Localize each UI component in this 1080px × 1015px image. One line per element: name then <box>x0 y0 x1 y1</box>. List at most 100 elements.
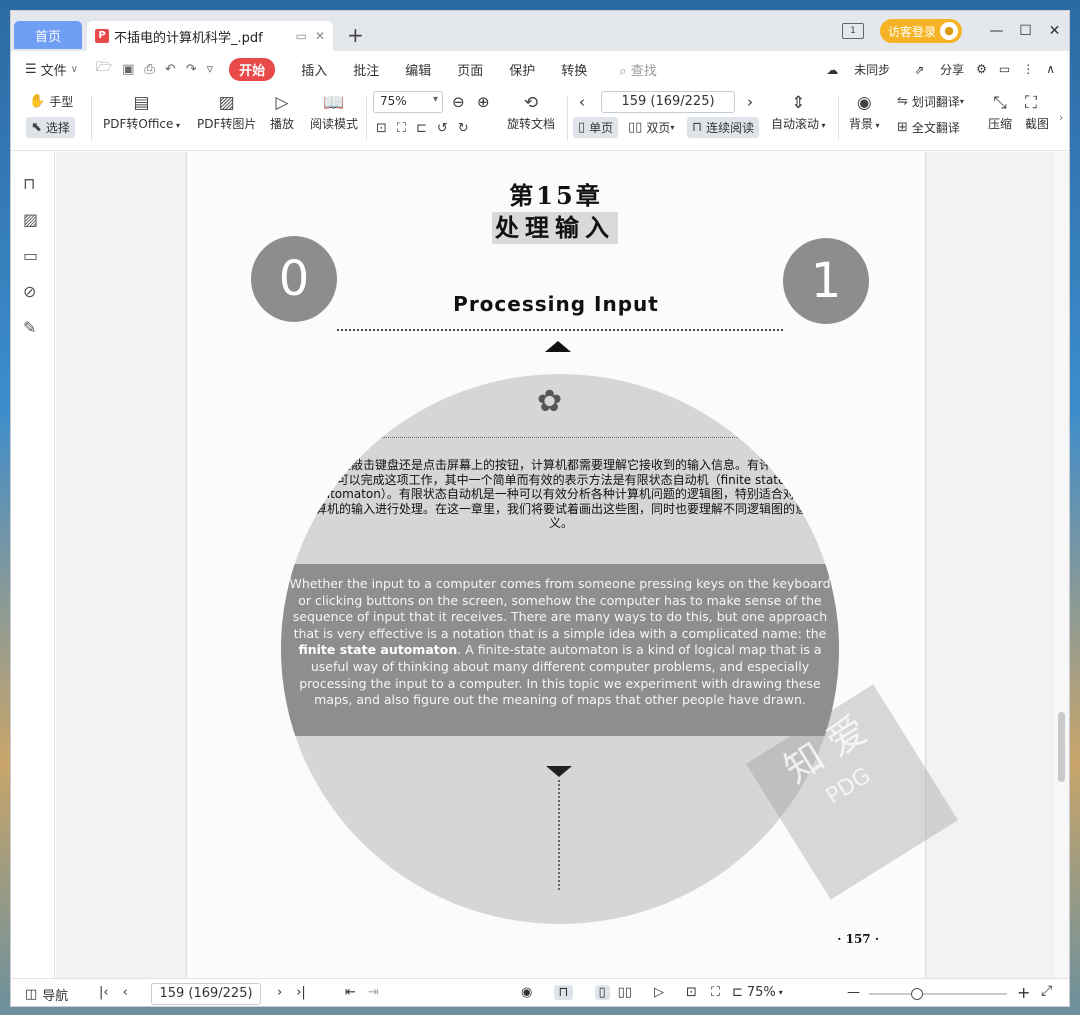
signature-icon[interactable]: ✎ <box>23 318 36 337</box>
pin-icon[interactable]: ▭ <box>296 29 307 43</box>
continuous-read-button[interactable]: ⊓ 连续阅读 <box>687 117 760 138</box>
eye-care-icon[interactable]: ◉ <box>521 985 532 1000</box>
more-icon[interactable]: ▿ <box>207 62 214 77</box>
word-translate-button[interactable]: ⇋ 划词翻译 ▾ <box>897 93 964 110</box>
rotate-left-icon[interactable]: ↺ <box>437 121 448 136</box>
minimize-icon[interactable]: — <box>982 23 1011 39</box>
background-button[interactable]: ◉ 背景 ▾ <box>849 91 880 132</box>
fit-page-icon[interactable]: ⛶ <box>397 121 406 136</box>
compress-icon: ⤡ <box>993 93 1007 113</box>
pdf-to-office-button[interactable]: ▤ PDF转Office ▾ <box>103 91 180 132</box>
redo-icon[interactable]: ↷ <box>186 62 197 77</box>
menu-tab-annotate[interactable]: 批注 <box>353 60 379 79</box>
first-page-icon[interactable]: |‹ <box>99 985 109 1000</box>
zoom-slider[interactable] <box>869 988 1007 1000</box>
hamburger-icon: ☰ <box>25 61 37 77</box>
forward-history-icon[interactable]: ⇥ <box>368 985 379 1000</box>
chapter-heading: 第15章 <box>509 181 603 210</box>
chevron-down-icon: ∨ <box>70 63 78 75</box>
menu-tab-insert[interactable]: 插入 <box>301 60 327 79</box>
sync-button[interactable]: ☁ 未同步 <box>814 61 890 78</box>
zoom-in-icon[interactable]: + <box>1017 983 1030 1002</box>
fullscreen-icon[interactable]: ⤢ <box>1041 983 1052 999</box>
menu-tab-protect[interactable]: 保护 <box>509 60 535 79</box>
tab-document[interactable]: P 不插电的计算机科学_.pdf ▭ ✕ <box>87 21 333 51</box>
attachment-icon[interactable]: ⊘ <box>23 282 36 301</box>
next-page-icon[interactable]: › <box>747 93 753 111</box>
menu-tab-convert[interactable]: 转换 <box>561 60 587 79</box>
screenshot-button[interactable]: ⛶ 截图 <box>1025 91 1059 132</box>
read-mode-button[interactable]: 📖 阅读模式 <box>310 91 358 132</box>
navigation-toggle[interactable]: ◫ 导航 <box>25 985 68 1004</box>
scrollbar-thumb[interactable] <box>1058 712 1065 782</box>
window-layout-icon[interactable]: 1 <box>841 23 864 39</box>
tab-home[interactable]: 首页 <box>14 21 82 49</box>
compress-button[interactable]: ⤡ 压缩 <box>988 91 1012 132</box>
zoom-out-icon[interactable]: — <box>847 985 860 1000</box>
full-translate-icon: ⊞ <box>897 120 908 135</box>
new-tab-button[interactable]: + <box>347 23 364 47</box>
continuous-view-icon[interactable]: ⊓ <box>554 985 573 1000</box>
fit-width-icon[interactable]: ⊏ <box>416 121 427 136</box>
save-icon[interactable]: ▣ <box>122 62 134 77</box>
close-window-icon[interactable]: ✕ <box>1040 23 1069 39</box>
undo-icon[interactable]: ↶ <box>165 62 176 77</box>
fit-width-icon[interactable]: ⊏ <box>732 985 743 1000</box>
double-page-button[interactable]: ▯▯ 双页 ▾ <box>628 119 674 136</box>
collapse-ribbon-icon[interactable]: ∧ <box>1046 62 1055 76</box>
fit-page-icon[interactable]: ⛶ <box>711 985 720 1000</box>
rotate-right-icon[interactable]: ↻ <box>458 121 469 136</box>
bookmark-icon[interactable]: ⊓ <box>23 174 35 193</box>
menu-tab-page[interactable]: 页面 <box>457 60 483 79</box>
double-page-view-icon[interactable]: ▯▯ <box>618 985 632 1000</box>
share-button[interactable]: ⇗ 分享 <box>902 61 964 78</box>
hand-tool-button[interactable]: ✋ 手型 <box>29 93 73 110</box>
actual-size-icon[interactable]: ⊡ <box>376 121 387 136</box>
message-icon[interactable]: ▭ <box>999 62 1010 76</box>
page-number-input[interactable]: 159 (169/225) <box>601 91 735 113</box>
zoom-select[interactable]: 75% <box>373 91 443 113</box>
single-page-view-icon[interactable]: ▯ <box>594 985 610 1000</box>
prev-page-icon[interactable]: ‹ <box>123 985 128 1000</box>
intro-paragraph-cn: 无论是敲击键盘还是点击屏幕上的按钮，计算机都需要理解它接收到的输入信息。有许多方… <box>314 458 807 530</box>
pdf-to-office-label: PDF转Office <box>103 117 174 131</box>
maximize-icon[interactable]: ☐ <box>1011 23 1040 39</box>
rotate-doc-label: 旋转文档 <box>507 117 556 131</box>
file-menu[interactable]: ☰ 文件 ∨ <box>25 60 78 79</box>
open-icon[interactable]: 🗁 <box>96 58 112 80</box>
visitor-login-button[interactable]: 访客登录 ● <box>879 19 962 43</box>
prev-page-icon[interactable]: ‹ <box>579 93 585 111</box>
menu-tab-edit[interactable]: 编辑 <box>405 60 431 79</box>
status-zoom-value[interactable]: 75% <box>747 985 776 1000</box>
thumbnail-icon[interactable]: ▨ <box>23 210 38 229</box>
document-viewer[interactable]: 第15章 处理输入 0 1 Processing Input ✿ 无论是敲击键盘… <box>56 152 1057 978</box>
more-vertical-icon[interactable]: ⋮ <box>1022 62 1034 76</box>
pdf-to-image-label: PDF转图片 <box>197 117 257 131</box>
back-history-icon[interactable]: ⇤ <box>345 985 356 1000</box>
zoom-slider-knob[interactable] <box>911 988 924 1000</box>
print-icon[interactable]: ⎙ <box>144 62 154 77</box>
last-page-icon[interactable]: ›| <box>296 985 306 1000</box>
play-icon[interactable]: ▷ <box>654 985 664 1000</box>
menu-tab-start[interactable]: 开始 <box>229 57 276 81</box>
search-box[interactable]: ⌕ 查找 <box>619 60 656 79</box>
full-translate-button[interactable]: ⊞ 全文翻译 <box>897 119 960 136</box>
zoom-dropdown-icon[interactable]: ▾ <box>779 988 783 997</box>
zoom-out-icon[interactable]: ⊖ <box>452 93 465 111</box>
vertical-scrollbar[interactable] <box>1055 152 1069 978</box>
zoom-in-icon[interactable]: ⊕ <box>477 93 490 111</box>
next-page-icon[interactable]: › <box>277 985 282 1000</box>
settings-icon[interactable]: ⚙ <box>976 62 987 76</box>
auto-scroll-button[interactable]: ⇕ 自动滚动 ▾ <box>771 91 826 132</box>
rotate-document-button[interactable]: ⟲ 旋转文档 <box>507 91 555 132</box>
actual-size-icon[interactable]: ⊡ <box>686 985 697 1000</box>
ribbon-scroll-right-icon[interactable]: › <box>1059 111 1063 124</box>
close-tab-icon[interactable]: ✕ <box>315 29 325 43</box>
full-translate-label: 全文翻译 <box>911 121 960 135</box>
status-page-input[interactable]: 159 (169/225) <box>151 983 261 1005</box>
single-page-button[interactable]: ▯ 单页 <box>573 117 619 138</box>
comment-icon[interactable]: ▭ <box>23 246 38 265</box>
select-tool-button[interactable]: ⬉ 选择 <box>26 117 75 138</box>
pdf-to-image-button[interactable]: ▨ PDF转图片 <box>197 91 256 132</box>
play-button[interactable]: ▷ 播放 <box>270 91 294 132</box>
